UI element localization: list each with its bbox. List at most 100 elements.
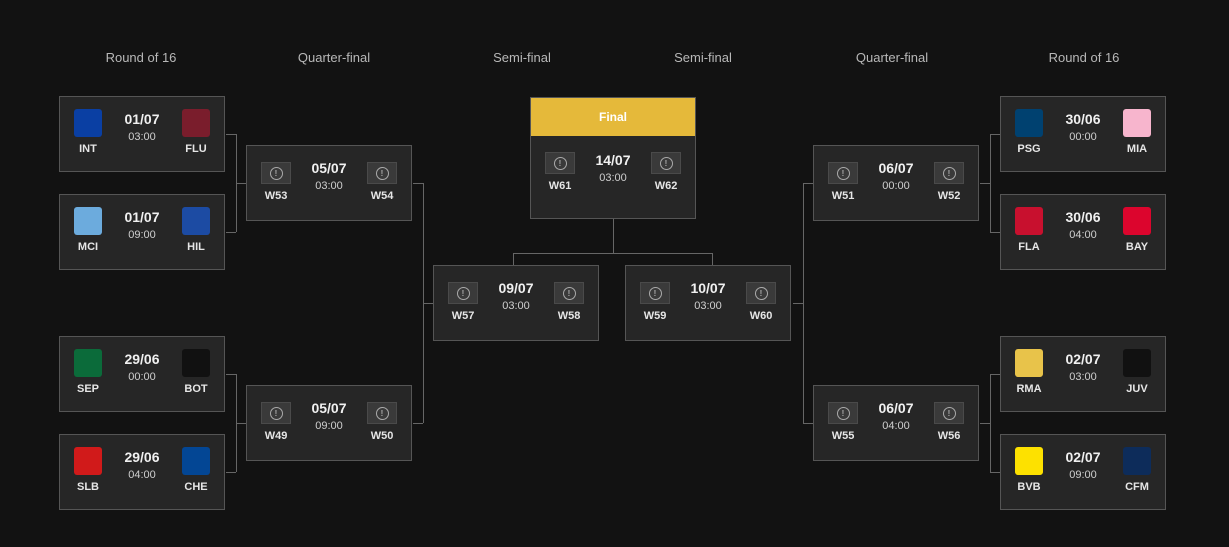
column-title-qf-right: Quarter-final xyxy=(855,50,929,65)
match-time: 00:00 xyxy=(882,180,910,192)
connector-line xyxy=(226,232,236,233)
slot-code: W55 xyxy=(831,430,855,442)
match-time: 03:00 xyxy=(128,131,156,143)
match-date: 30/06 xyxy=(1065,111,1101,127)
alert-circle-icon: ! xyxy=(746,282,776,304)
match-card-r16-right-2[interactable]: FLA 30/06 04:00 BAY xyxy=(1000,194,1166,270)
column-title-qf-left: Quarter-final xyxy=(297,50,371,65)
connector-line xyxy=(990,374,1000,375)
match-card-r16-left-4[interactable]: SLB 29/06 04:00 CHE xyxy=(59,434,225,510)
match-date: 05/07 xyxy=(311,400,347,416)
match-date: 29/06 xyxy=(124,351,160,367)
team-logo-icon xyxy=(182,207,210,235)
match-date: 10/07 xyxy=(690,280,726,296)
match-card-r16-left-1[interactable]: INT 01/07 03:00 FLU xyxy=(59,96,225,172)
team-code: FLU xyxy=(185,143,207,155)
slot-code: W53 xyxy=(264,190,288,202)
match-time: 03:00 xyxy=(315,180,343,192)
match-date: 01/07 xyxy=(124,111,160,127)
alert-circle-icon: ! xyxy=(554,282,584,304)
slot-code: W62 xyxy=(654,180,678,192)
connector-line xyxy=(236,423,246,424)
match-date: 06/07 xyxy=(878,160,914,176)
column-title-sf-right: Semi-final xyxy=(674,50,732,65)
match-date: 09/07 xyxy=(498,280,534,296)
alert-circle-icon: ! xyxy=(261,402,291,424)
team-logo-icon xyxy=(1123,109,1151,137)
match-time: 09:00 xyxy=(1069,469,1097,481)
alert-circle-icon: ! xyxy=(651,152,681,174)
connector-line xyxy=(980,183,990,184)
connector-line xyxy=(423,303,433,304)
match-card-r16-right-1[interactable]: PSG 30/06 00:00 MIA xyxy=(1000,96,1166,172)
column-title-sf-left: Semi-final xyxy=(493,50,551,65)
match-card-qf-left-1[interactable]: ! W53 05/07 03:00 ! W54 xyxy=(246,145,412,221)
match-time: 03:00 xyxy=(502,300,530,312)
alert-circle-icon: ! xyxy=(367,162,397,184)
match-time: 00:00 xyxy=(1069,131,1097,143)
team-logo-icon xyxy=(74,207,102,235)
connector-line xyxy=(990,134,1000,135)
match-card-sf-left[interactable]: ! W57 09/07 03:00 ! W58 xyxy=(433,265,599,341)
team-logo-icon xyxy=(74,109,102,137)
connector-line xyxy=(226,472,236,473)
team-code: HIL xyxy=(187,241,205,253)
team-code: CFM xyxy=(1125,481,1149,493)
match-time: 03:00 xyxy=(599,172,627,184)
match-time: 09:00 xyxy=(128,229,156,241)
match-date: 06/07 xyxy=(878,400,914,416)
team-logo-icon xyxy=(74,447,102,475)
team-logo-icon xyxy=(1123,207,1151,235)
match-time: 04:00 xyxy=(882,420,910,432)
connector-line xyxy=(226,134,236,135)
slot-code: W57 xyxy=(451,310,475,322)
team-logo-icon xyxy=(1015,349,1043,377)
match-card-sf-right[interactable]: ! W59 10/07 03:00 ! W60 xyxy=(625,265,791,341)
column-title-r16-left: Round of 16 xyxy=(105,50,177,65)
match-card-r16-right-3[interactable]: RMA 02/07 03:00 JUV xyxy=(1000,336,1166,412)
team-logo-icon xyxy=(1015,447,1043,475)
match-date: 02/07 xyxy=(1065,351,1101,367)
match-card-qf-right-1[interactable]: ! W51 06/07 00:00 ! W52 xyxy=(813,145,979,221)
team-logo-icon xyxy=(1015,109,1043,137)
match-time: 03:00 xyxy=(694,300,722,312)
connector-line xyxy=(236,183,246,184)
match-date: 14/07 xyxy=(595,152,631,168)
connector-line xyxy=(712,253,713,265)
slot-code: W51 xyxy=(831,190,855,202)
team-code: CHE xyxy=(184,481,208,493)
team-code: RMA xyxy=(1016,383,1042,395)
slot-code: W61 xyxy=(548,180,572,192)
match-date: 30/06 xyxy=(1065,209,1101,225)
team-logo-icon xyxy=(182,447,210,475)
match-card-r16-left-3[interactable]: SEP 29/06 00:00 BOT xyxy=(59,336,225,412)
alert-circle-icon: ! xyxy=(828,402,858,424)
match-date: 02/07 xyxy=(1065,449,1101,465)
connector-line xyxy=(413,183,423,184)
connector-line xyxy=(990,472,1000,473)
team-logo-icon xyxy=(74,349,102,377)
connector-line xyxy=(513,253,514,265)
connector-line xyxy=(793,303,803,304)
slot-code: W59 xyxy=(643,310,667,322)
slot-code: W60 xyxy=(749,310,773,322)
match-card-final[interactable]: Final ! W61 14/07 03:00 ! W62 xyxy=(530,97,696,219)
match-card-qf-right-2[interactable]: ! W55 06/07 04:00 ! W56 xyxy=(813,385,979,461)
connector-line xyxy=(803,423,813,424)
match-card-r16-left-2[interactable]: MCI 01/07 09:00 HIL xyxy=(59,194,225,270)
alert-circle-icon: ! xyxy=(261,162,291,184)
match-time: 03:00 xyxy=(1069,371,1097,383)
final-label: Final xyxy=(531,98,695,136)
match-time: 00:00 xyxy=(128,371,156,383)
team-code: SEP xyxy=(76,383,99,395)
match-card-r16-right-4[interactable]: BVB 02/07 09:00 CFM xyxy=(1000,434,1166,510)
alert-circle-icon: ! xyxy=(545,152,575,174)
match-card-qf-left-2[interactable]: ! W49 05/07 09:00 ! W50 xyxy=(246,385,412,461)
alert-circle-icon: ! xyxy=(448,282,478,304)
alert-circle-icon: ! xyxy=(828,162,858,184)
slot-code: W54 xyxy=(370,190,394,202)
match-time: 04:00 xyxy=(128,469,156,481)
team-code: PSG xyxy=(1017,143,1041,155)
alert-circle-icon: ! xyxy=(367,402,397,424)
team-logo-icon xyxy=(182,349,210,377)
